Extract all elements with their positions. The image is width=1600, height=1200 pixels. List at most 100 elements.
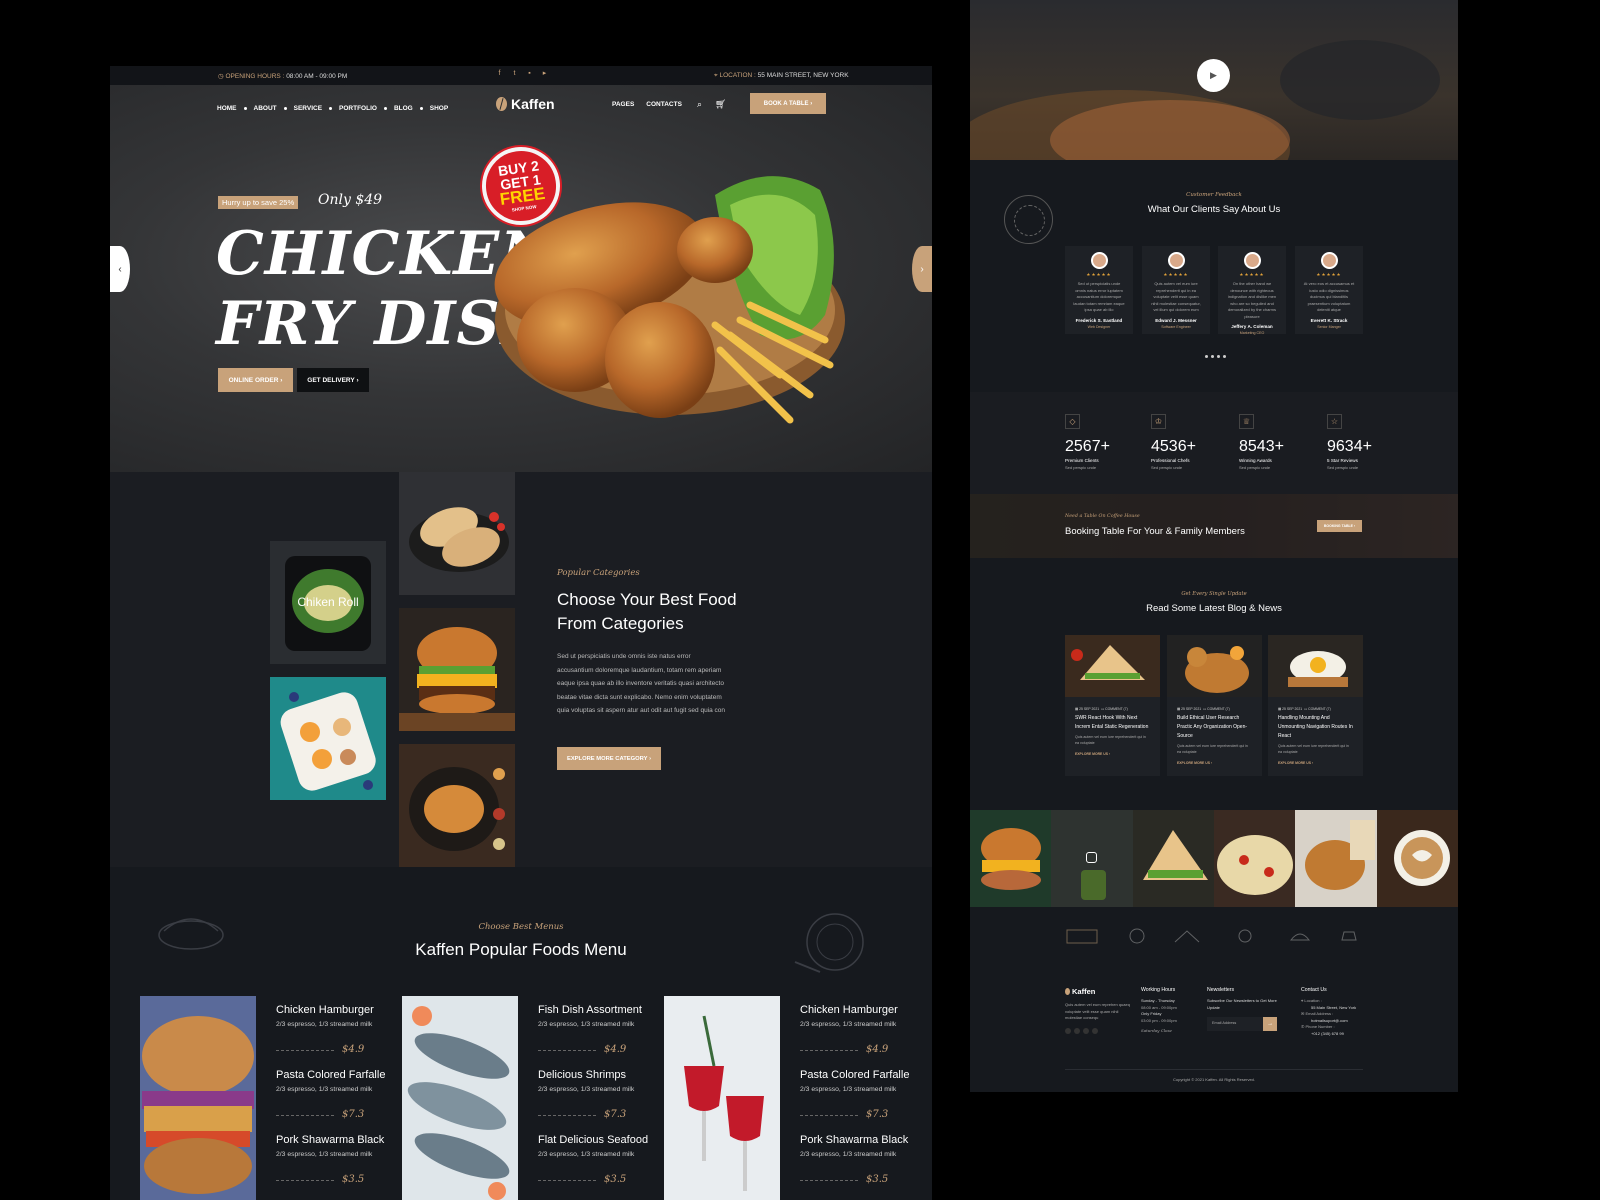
calendar-icon: ▦ bbox=[1177, 707, 1181, 711]
blog-card[interactable]: ▦ 25 SEP 2021 ▭ COMMENT (7) Build Ethica… bbox=[1167, 635, 1262, 776]
twitter-icon[interactable] bbox=[1074, 1027, 1080, 1034]
social-links: f t ▪ ▸ bbox=[496, 70, 548, 77]
menu-item[interactable]: Fish Dish Assortment 2/3 espresso, 1/3 s… bbox=[538, 1004, 668, 1055]
stat-professional-chefs: ♔ 4536+ Professional Chefs Sed perspic u… bbox=[1151, 414, 1231, 470]
gallery-tile[interactable] bbox=[1376, 810, 1458, 907]
explore-category-button[interactable]: EXPLORE MORE CATEGORY › bbox=[557, 747, 661, 770]
menu-section: Choose Best Menus Kaffen Popular Foods M… bbox=[110, 867, 932, 1200]
read-more-link[interactable]: EXPLORE MORE US › bbox=[1268, 755, 1363, 765]
read-more-link[interactable]: EXPLORE MORE US › bbox=[1167, 755, 1262, 765]
play-video-button[interactable]: ▶ bbox=[1197, 59, 1230, 92]
price-leader bbox=[276, 1115, 334, 1116]
main-nav-right: PAGES CONTACTS bbox=[612, 101, 682, 108]
price-leader bbox=[276, 1050, 334, 1051]
menu-item[interactable]: Delicious Shrimps 2/3 espresso, 1/3 stre… bbox=[538, 1069, 668, 1120]
menu-item[interactable]: Pasta Colored Farfalle 2/3 espresso, 1/3… bbox=[276, 1069, 406, 1120]
gallery-tile[interactable] bbox=[1132, 810, 1214, 907]
hero-section: HOME ABOUT SERVICE PORTFOLIO BLOG SHOP K… bbox=[110, 85, 932, 472]
footer-about: Kaffen Quis autem vel eum reprehen quaeq… bbox=[1065, 987, 1135, 1034]
gallery-tile[interactable] bbox=[1051, 810, 1133, 907]
nav-separator bbox=[383, 106, 387, 110]
footer-social bbox=[1065, 1027, 1135, 1034]
brand-logo[interactable]: Kaffen bbox=[496, 96, 555, 112]
slider-next-button[interactable]: › bbox=[912, 246, 932, 292]
blog-card[interactable]: ▦ 25 SEP 2021 ▭ COMMENT (7) Handling Mou… bbox=[1268, 635, 1363, 776]
instagram-gallery bbox=[970, 810, 1458, 907]
roast-chicken-image bbox=[409, 767, 505, 851]
testimonials-title: What Our Clients Say About Us bbox=[1147, 204, 1281, 215]
chevron-right-icon: › bbox=[808, 100, 813, 107]
cart-icon[interactable]: 🛒︎ bbox=[715, 99, 726, 110]
youtube-icon[interactable]: ▸ bbox=[541, 70, 548, 77]
menu-item[interactable]: Pasta Colored Farfalle 2/3 espresso, 1/3… bbox=[800, 1069, 930, 1120]
menu-item[interactable]: Pork Shawarma Black 2/3 espresso, 1/3 st… bbox=[800, 1134, 930, 1185]
category-card-label: Chiken Roll bbox=[297, 595, 359, 609]
post-meta: ▦ 25 SEP 2021 ▭ COMMENT (7) bbox=[1278, 707, 1331, 711]
footer-hours: Working Hours Sunday - Thursday 08:00 am… bbox=[1141, 987, 1177, 1033]
gallery-tile[interactable] bbox=[1213, 810, 1296, 907]
carousel-dots[interactable] bbox=[1205, 355, 1226, 358]
book-table-button[interactable]: BOOK A TABLE › bbox=[750, 93, 826, 114]
testimonials-section: Customer Feedback What Our Clients Say A… bbox=[970, 160, 1458, 392]
youtube-icon[interactable] bbox=[1092, 1027, 1098, 1034]
carousel-dot[interactable] bbox=[1217, 355, 1220, 358]
nav-shop[interactable]: SHOP bbox=[430, 105, 448, 112]
post-meta: ▦ 25 SEP 2021 ▭ COMMENT (7) bbox=[1075, 707, 1128, 711]
gallery-tile[interactable] bbox=[970, 810, 1052, 907]
price-leader bbox=[538, 1050, 596, 1051]
category-card-chiken-roll[interactable]: Chiken Roll bbox=[270, 541, 386, 664]
category-card-burger[interactable] bbox=[399, 608, 515, 731]
post-title[interactable]: Handling Mounting And Unmounting Navigat… bbox=[1268, 711, 1363, 741]
read-more-link[interactable]: EXPLORE MORE US › bbox=[1065, 746, 1160, 756]
search-icon[interactable]: ⌕ bbox=[697, 99, 702, 110]
facebook-icon[interactable] bbox=[1065, 1027, 1071, 1034]
nav-contacts[interactable]: CONTACTS bbox=[646, 101, 682, 108]
twitter-icon[interactable]: t bbox=[511, 70, 518, 77]
booking-table-button[interactable]: BOOKING TABLE › bbox=[1317, 520, 1362, 532]
category-card-salmon-plate[interactable] bbox=[270, 677, 386, 800]
footer-logo[interactable]: Kaffen bbox=[1065, 987, 1135, 996]
instagram-icon[interactable] bbox=[1086, 852, 1098, 863]
site-footer: Kaffen Quis autem vel eum reprehen quaeq… bbox=[970, 967, 1458, 1092]
nav-separator bbox=[283, 106, 287, 110]
category-card-roast-chicken[interactable] bbox=[399, 744, 515, 867]
nav-portfolio[interactable]: PORTFOLIO bbox=[339, 105, 377, 112]
nav-blog[interactable]: BLOG bbox=[394, 105, 413, 112]
online-order-button[interactable]: ONLINE ORDER › bbox=[218, 368, 293, 392]
linkedin-icon[interactable] bbox=[1083, 1027, 1089, 1034]
carousel-dot[interactable] bbox=[1211, 355, 1214, 358]
email-input[interactable]: Email Address bbox=[1207, 1017, 1264, 1031]
nav-home[interactable]: HOME bbox=[217, 105, 237, 112]
nav-pages[interactable]: PAGES bbox=[612, 101, 634, 108]
facebook-icon[interactable]: f bbox=[496, 70, 503, 77]
subscribe-button[interactable]: → bbox=[1263, 1017, 1277, 1031]
price-leader bbox=[538, 1115, 596, 1116]
linkedin-icon[interactable]: ▪ bbox=[526, 70, 533, 77]
menu-item[interactable]: Chicken Hamburger 2/3 espresso, 1/3 stre… bbox=[276, 1004, 406, 1055]
blog-card[interactable]: ▦ 25 SEP 2021 ▭ COMMENT (7) SWR React Ho… bbox=[1065, 635, 1160, 776]
fish-menu-image bbox=[402, 996, 518, 1200]
carousel-dot[interactable] bbox=[1223, 355, 1226, 358]
newsletter-form: Email Address → bbox=[1207, 1017, 1277, 1031]
sandwich-photo bbox=[1065, 635, 1160, 697]
menu-item[interactable]: Chicken Hamburger 2/3 espresso, 1/3 stre… bbox=[800, 1004, 930, 1055]
post-title[interactable]: SWR React Hook With Next Increm Ental St… bbox=[1065, 711, 1160, 732]
stat-premium-clients: ◇ 2567+ Premium Clients Sed perspic unde bbox=[1065, 414, 1145, 470]
nav-about[interactable]: ABOUT bbox=[254, 105, 277, 112]
copyright-text: Copyright © 2021 Kaffen. All Rights Rese… bbox=[1172, 1077, 1256, 1082]
menu-item[interactable]: Pork Shawarma Black 2/3 espresso, 1/3 st… bbox=[276, 1134, 406, 1185]
nav-service[interactable]: SERVICE bbox=[294, 105, 322, 112]
slider-prev-button[interactable]: ‹ bbox=[110, 246, 130, 292]
phone-icon: ✆ bbox=[1301, 1024, 1305, 1029]
category-card-wraps[interactable] bbox=[399, 472, 515, 595]
post-title[interactable]: Build Ethical User Research Practic Any … bbox=[1167, 711, 1262, 741]
carousel-dot[interactable] bbox=[1205, 355, 1208, 358]
brand-logo-6 bbox=[1341, 931, 1357, 941]
gallery-tile[interactable] bbox=[1295, 810, 1377, 907]
menu-item[interactable]: Flat Delicious Seafood 2/3 espresso, 1/3… bbox=[538, 1134, 668, 1185]
menu-title: Kaffen Popular Foods Menu bbox=[415, 940, 627, 959]
nav-separator bbox=[243, 106, 247, 110]
salmon-plate-image bbox=[280, 692, 376, 791]
get-delivery-button[interactable]: GET DELIVERY › bbox=[297, 368, 369, 392]
categories-subtitle: Popular Categories bbox=[557, 568, 640, 578]
